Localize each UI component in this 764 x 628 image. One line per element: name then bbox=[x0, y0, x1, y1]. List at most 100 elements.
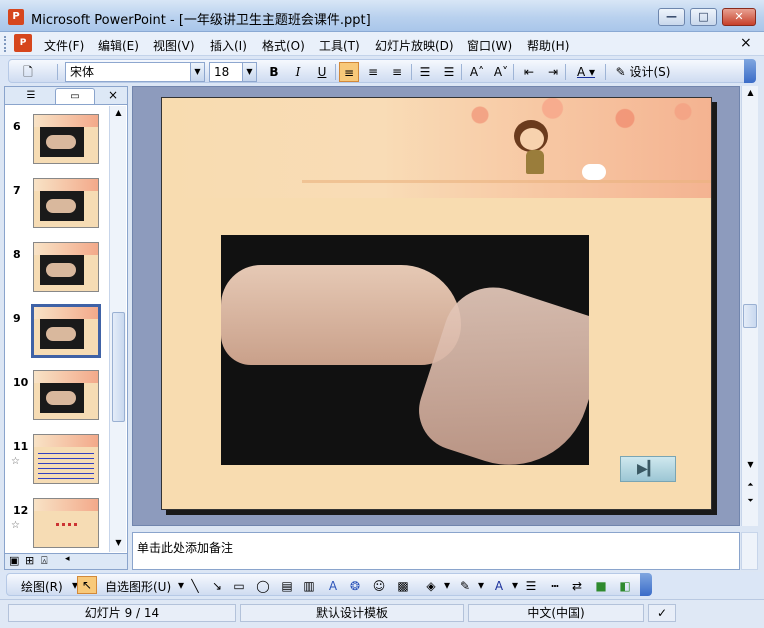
toolbar-options-chevron[interactable] bbox=[744, 59, 756, 83]
menu-help[interactable]: 帮助(H) bbox=[527, 37, 569, 54]
slide-thumbnail-image[interactable] bbox=[33, 498, 99, 548]
slide-sorter-icon[interactable]: ⊞ bbox=[25, 554, 34, 567]
decrease-font-icon[interactable]: A˅ bbox=[491, 62, 511, 82]
decrease-indent-icon[interactable]: ⇤ bbox=[519, 62, 539, 82]
vertical-text-box-icon[interactable]: ▥ bbox=[301, 578, 317, 594]
scroll-up-icon[interactable]: ▲ bbox=[110, 108, 127, 117]
menu-insert[interactable]: 插入(I) bbox=[210, 37, 247, 54]
tab-outline[interactable]: ☰ bbox=[11, 88, 51, 104]
slide-thumbnail-image[interactable] bbox=[33, 178, 99, 228]
text-box-icon[interactable]: ▤ bbox=[279, 578, 295, 594]
menu-window[interactable]: 窗口(W) bbox=[467, 37, 512, 54]
powerpoint-app-icon[interactable]: P bbox=[8, 9, 24, 25]
line-style-icon[interactable]: ☰ bbox=[523, 578, 539, 594]
handwashing-photo[interactable] bbox=[221, 235, 589, 465]
close-pane-button[interactable]: × bbox=[108, 88, 118, 102]
toolbar-options-chevron[interactable] bbox=[640, 573, 652, 596]
spell-check-icon[interactable]: ✓ bbox=[648, 604, 676, 622]
align-center-icon[interactable]: ≡ bbox=[363, 62, 383, 82]
status-slide-count: 幻灯片 9 / 14 bbox=[8, 604, 236, 622]
bold-button[interactable]: B bbox=[265, 62, 283, 82]
line-icon[interactable]: ╲ bbox=[187, 578, 203, 594]
italic-button[interactable]: I bbox=[289, 62, 307, 82]
chevron-down-icon[interactable]: ▾ bbox=[473, 577, 489, 593]
document-icon[interactable]: P bbox=[14, 34, 32, 52]
chevron-down-icon[interactable]: ▾ bbox=[439, 577, 455, 593]
menu-slideshow[interactable]: 幻灯片放映(D) bbox=[375, 37, 454, 54]
oval-icon[interactable]: ◯ bbox=[255, 578, 271, 594]
chevron-down-icon[interactable]: ▼ bbox=[242, 63, 256, 81]
slideshow-view-icon[interactable]: ⍓ bbox=[41, 554, 48, 568]
minimize-button[interactable]: — bbox=[658, 8, 685, 26]
scroll-left-icon[interactable]: ◂ bbox=[65, 554, 70, 564]
slide-thumb-10[interactable]: 10 bbox=[5, 362, 109, 424]
fill-color-icon[interactable]: ◈ bbox=[423, 578, 439, 594]
shadow-style-icon[interactable]: ■ bbox=[593, 578, 609, 594]
slide-editing-area bbox=[132, 86, 740, 526]
diagram-icon[interactable]: ❂ bbox=[347, 578, 363, 594]
font-color-icon[interactable]: A bbox=[491, 578, 507, 594]
design-button[interactable]: ✎ 设计(S) bbox=[611, 62, 675, 82]
menu-tools[interactable]: 工具(T) bbox=[319, 37, 360, 54]
menu-edit[interactable]: 编辑(E) bbox=[98, 37, 139, 54]
normal-view-icon[interactable]: ▣ bbox=[9, 554, 19, 567]
draw-menu-button[interactable]: 绘图(R) bbox=[21, 578, 63, 595]
scroll-down-icon[interactable]: ▼ bbox=[110, 538, 127, 547]
autoshapes-button[interactable]: 自选图形(U) bbox=[105, 578, 171, 595]
slides-pane-scrollbar[interactable]: ▲ ▼ bbox=[109, 106, 126, 552]
arrow-icon[interactable]: ↘ bbox=[209, 578, 225, 594]
slide-thumbnail-image[interactable] bbox=[33, 114, 99, 164]
line-color-icon[interactable]: ✎ bbox=[457, 578, 473, 594]
new-document-icon[interactable]: 🗋 bbox=[19, 62, 37, 82]
menu-view[interactable]: 视图(V) bbox=[153, 37, 195, 54]
scrollbar-thumb[interactable] bbox=[112, 312, 125, 422]
increase-indent-icon[interactable]: ⇥ bbox=[543, 62, 563, 82]
slide-thumbnail-image[interactable] bbox=[33, 242, 99, 292]
slide-thumb-9[interactable]: 9 bbox=[5, 298, 109, 360]
font-size-combo[interactable]: 18 ▼ bbox=[209, 62, 257, 82]
rectangle-icon[interactable]: ▭ bbox=[231, 578, 247, 594]
next-slide-action-button[interactable] bbox=[620, 456, 676, 482]
menu-format[interactable]: 格式(O) bbox=[262, 37, 305, 54]
picture-icon[interactable]: ▩ bbox=[395, 578, 411, 594]
slide-thumb-6[interactable]: 6 bbox=[5, 106, 109, 168]
previous-slide-icon[interactable]: ⏶ bbox=[742, 480, 759, 490]
underline-button[interactable]: U bbox=[313, 62, 331, 82]
scroll-up-icon[interactable]: ▲ bbox=[742, 88, 759, 97]
scroll-down-icon[interactable]: ▼ bbox=[742, 460, 759, 469]
scrollbar-thumb[interactable] bbox=[743, 304, 757, 328]
menu-grip[interactable] bbox=[4, 36, 7, 52]
chevron-down-icon[interactable]: ▾ bbox=[507, 577, 523, 593]
close-window-button[interactable]: ✕ bbox=[722, 8, 756, 26]
slide-thumb-12[interactable]: 12 ☆ bbox=[5, 490, 109, 552]
next-slide-icon[interactable]: ⏷ bbox=[742, 496, 759, 506]
tab-slides[interactable]: ▭ bbox=[55, 88, 95, 104]
align-left-icon[interactable]: ≡ bbox=[339, 62, 359, 82]
dash-style-icon[interactable]: ┅ bbox=[547, 578, 563, 594]
increase-font-icon[interactable]: A˄ bbox=[467, 62, 487, 82]
maximize-button[interactable]: □ bbox=[690, 8, 717, 26]
close-document-button[interactable]: × bbox=[740, 35, 752, 51]
slide-thumb-8[interactable]: 8 bbox=[5, 234, 109, 296]
clip-art-icon[interactable]: ☺ bbox=[371, 578, 387, 594]
slide-thumbnail-image[interactable] bbox=[33, 370, 99, 420]
notes-pane[interactable]: 单击此处添加备注 bbox=[132, 532, 740, 570]
select-objects-icon[interactable]: ↖ bbox=[77, 576, 97, 594]
align-right-icon[interactable]: ≡ bbox=[387, 62, 407, 82]
chevron-down-icon[interactable]: ▼ bbox=[190, 63, 204, 81]
wordart-icon[interactable]: A bbox=[325, 578, 341, 594]
current-slide[interactable] bbox=[161, 97, 712, 510]
slide-thumbnail-image[interactable] bbox=[31, 304, 101, 358]
bullets-icon[interactable]: ☰ bbox=[439, 62, 459, 82]
arrow-style-icon[interactable]: ⇄ bbox=[569, 578, 585, 594]
slide-thumb-7[interactable]: 7 bbox=[5, 170, 109, 232]
font-color-icon[interactable]: A ▾ bbox=[571, 62, 601, 82]
font-name-combo[interactable]: 宋体 ▼ bbox=[65, 62, 205, 82]
slide-thumb-11[interactable]: 11 ☆ bbox=[5, 426, 109, 488]
menu-file[interactable]: 文件(F) bbox=[44, 37, 84, 54]
slide-thumbnail-image[interactable] bbox=[33, 434, 99, 484]
3d-style-icon[interactable]: ◧ bbox=[617, 578, 633, 594]
numbering-icon[interactable]: ☰ bbox=[415, 62, 435, 82]
slide-scrollbar[interactable]: ▲ ▼ ⏶ ⏷ bbox=[741, 86, 758, 526]
notes-scrollbar[interactable] bbox=[741, 532, 758, 570]
